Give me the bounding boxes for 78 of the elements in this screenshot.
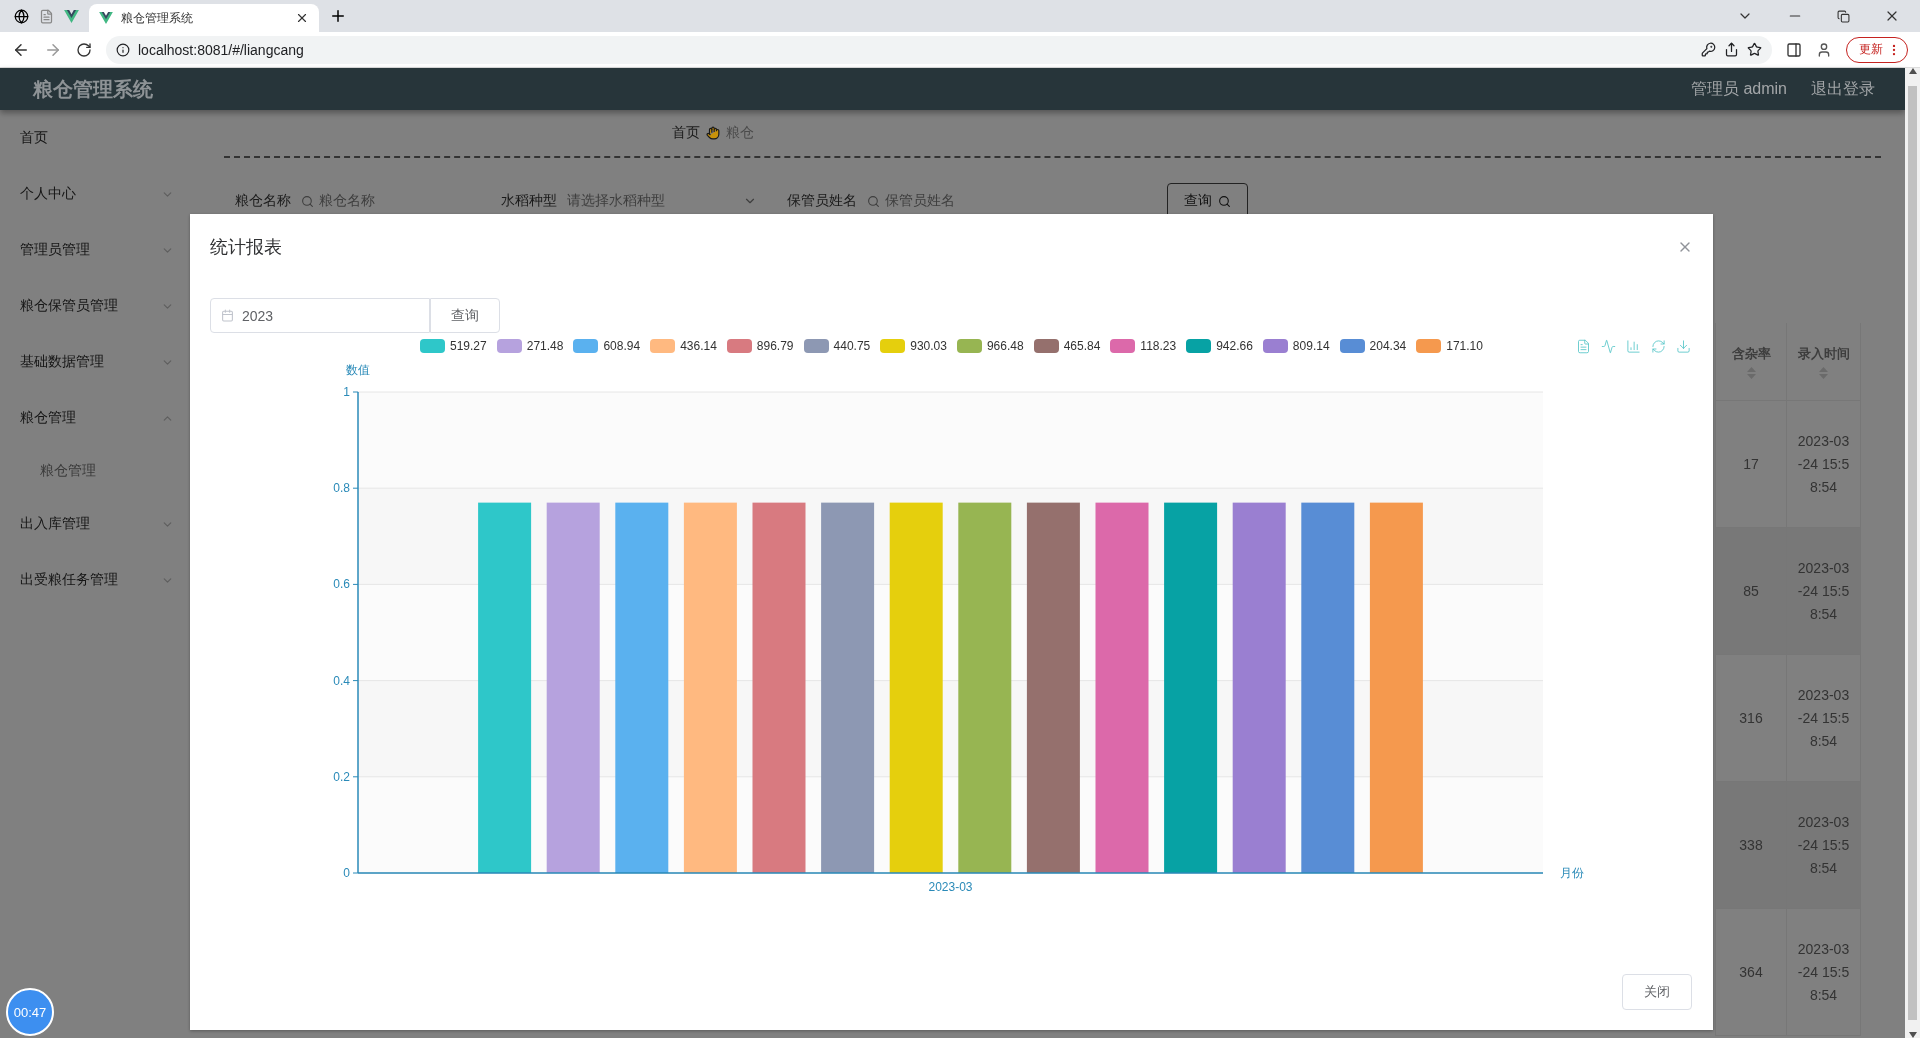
scrollbar[interactable]: [1905, 68, 1920, 1038]
legend-item[interactable]: 465.84: [1033, 339, 1101, 353]
legend-item[interactable]: 519.27: [420, 339, 487, 353]
axis-tick-label: 0.6: [333, 577, 350, 592]
table-cell: 338: [1716, 782, 1787, 909]
logout-link[interactable]: 退出登录: [1811, 78, 1875, 100]
legend-item[interactable]: 171.10: [1416, 339, 1483, 353]
axis-title: 月份: [1560, 866, 1584, 880]
reload-icon[interactable]: [76, 41, 92, 58]
breadcrumb-item[interactable]: 首页: [672, 124, 700, 142]
axis-title: 数值: [346, 363, 370, 377]
update-button[interactable]: 更新: [1846, 36, 1908, 63]
table-cell: 2023-03-24 15:58:54: [1787, 528, 1861, 655]
globe-icon[interactable]: [14, 8, 29, 24]
sidebar-item[interactable]: 首页: [0, 110, 190, 166]
restore-icon[interactable]: [1837, 9, 1850, 23]
share-icon[interactable]: [1724, 42, 1739, 57]
search-icon: [1218, 194, 1231, 208]
table-cell: 17: [1716, 401, 1787, 528]
profile-icon[interactable]: [1816, 41, 1832, 58]
close-icon[interactable]: [295, 11, 309, 25]
legend-item[interactable]: 436.14: [650, 339, 717, 353]
close-button[interactable]: 关闭: [1622, 974, 1692, 1010]
star-icon[interactable]: [1747, 42, 1762, 57]
hand-icon: [706, 126, 720, 140]
legend-item[interactable]: 204.34: [1339, 339, 1407, 353]
query-button[interactable]: 查询: [430, 298, 500, 333]
axis-tick-label: 0.4: [333, 673, 350, 688]
table-cell: 364: [1716, 909, 1787, 1036]
field-label: 水稻种型: [501, 192, 557, 210]
app-title: 粮仓管理系统: [33, 76, 153, 102]
sidebar-item[interactable]: 粮仓管理: [0, 390, 190, 446]
calendar-icon: [221, 309, 234, 322]
axis-tick-label: 1: [343, 385, 350, 399]
field-label: 粮仓名称: [235, 192, 291, 210]
table-cell: 316: [1716, 655, 1787, 782]
axis-tick-label: 0: [343, 866, 350, 880]
legend-item[interactable]: 942.66: [1186, 339, 1253, 353]
legend-item[interactable]: 608.94: [573, 339, 641, 353]
axis-tick-label: 0.2: [333, 769, 350, 784]
sidebar-item[interactable]: 粮仓保管员管理: [0, 278, 190, 334]
search-icon: [301, 194, 314, 208]
sidebar-item[interactable]: 个人中心: [0, 166, 190, 222]
table-cell: 2023-03-24 15:58:54: [1787, 401, 1861, 528]
scroll-down-icon[interactable]: [1908, 1032, 1917, 1038]
legend-item[interactable]: 271.48: [496, 339, 564, 353]
axis-tick-label: 2023-03: [928, 880, 973, 894]
date-field[interactable]: 2023: [210, 298, 430, 333]
timer-badge[interactable]: 00:47: [6, 988, 54, 1036]
address-field[interactable]: localhost:8081/#/liangcang: [106, 35, 1772, 64]
v-logo-icon[interactable]: [64, 9, 79, 23]
table-cell: 2023-03-24 15:58:54: [1787, 655, 1861, 782]
page-icon[interactable]: [39, 8, 54, 24]
legend-item[interactable]: 930.03: [880, 339, 947, 353]
url-text: localhost:8081/#/liangcang: [138, 41, 304, 58]
legend-item[interactable]: 440.75: [803, 339, 871, 353]
legend-item[interactable]: 809.14: [1262, 339, 1330, 353]
sidebar-item[interactable]: 基础数据管理: [0, 334, 190, 390]
new-tab-icon[interactable]: [329, 7, 347, 25]
table-cell: 2023-03-24 15:58:54: [1787, 909, 1861, 1036]
user-name: 管理员 admin: [1690, 78, 1787, 99]
table-cell: 2023-03-24 15:58:54: [1787, 782, 1861, 909]
legend-item[interactable]: 118.23: [1110, 339, 1177, 353]
field-label: 保管员姓名: [787, 192, 857, 210]
axis-tick-label: 0.8: [333, 481, 350, 496]
dialog-title: 统计报表: [210, 236, 282, 259]
sidebar-item[interactable]: 管理员管理: [0, 222, 190, 278]
side-panel-icon[interactable]: [1786, 41, 1802, 58]
key-icon[interactable]: [1701, 42, 1716, 57]
v-logo-icon: [99, 12, 113, 24]
browser-tab[interactable]: 粮仓管理系统: [89, 4, 319, 32]
legend-item[interactable]: 966.48: [956, 339, 1024, 353]
table-cell: 85: [1716, 528, 1787, 655]
search-icon: [867, 194, 880, 208]
info-icon: [116, 42, 130, 57]
legend-item[interactable]: 896.79: [726, 339, 794, 353]
sidebar-item[interactable]: 出入库管理: [0, 496, 190, 552]
sidebar-item[interactable]: 出受粮任务管理: [0, 552, 190, 608]
